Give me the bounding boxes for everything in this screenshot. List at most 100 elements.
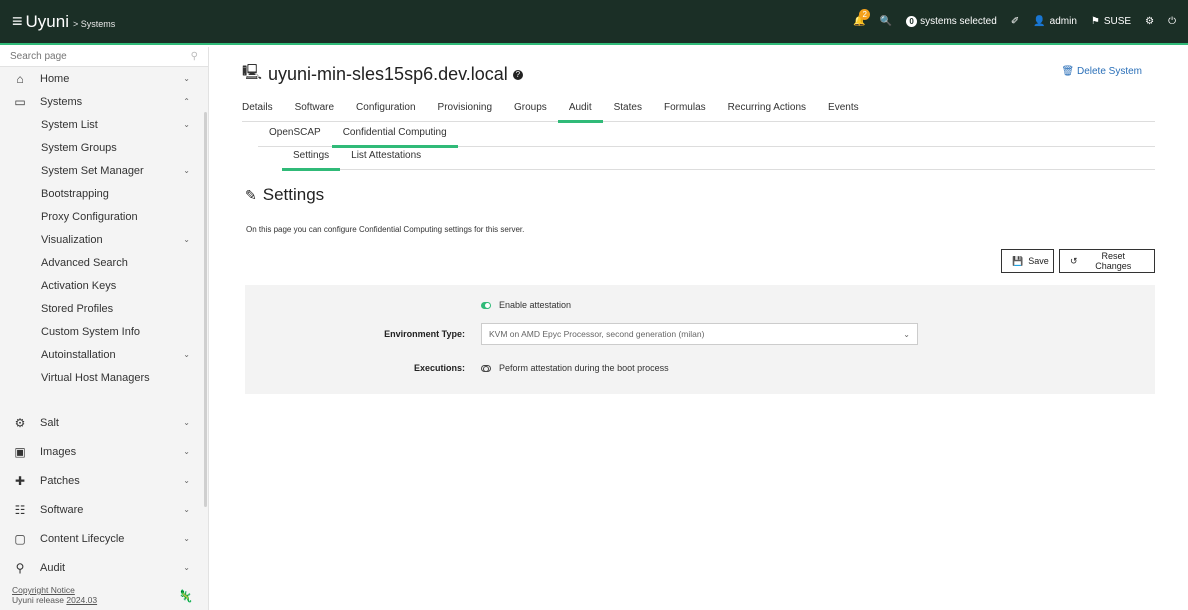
patches-icon: ✚: [14, 473, 26, 488]
sidebar-item-stored-profiles[interactable]: Stored Profiles: [0, 297, 208, 320]
chevron-down-icon: ⌄: [183, 418, 190, 427]
enable-attestation-toggle[interactable]: [481, 301, 491, 309]
gecko-logo-icon: 🦎: [178, 589, 193, 603]
tab-provisioning[interactable]: Provisioning: [427, 97, 503, 121]
environment-type-select[interactable]: KVM on AMD Epyc Processor, second genera…: [481, 323, 918, 345]
sidebar-item-label: Audit: [40, 561, 66, 574]
executions-label: Executions:: [413, 363, 465, 373]
sidebar-item-system-groups[interactable]: System Groups: [0, 136, 208, 159]
search-icon[interactable]: 🔍: [880, 16, 892, 27]
tab-groups[interactable]: Groups: [503, 97, 558, 121]
edit-icon: ✎: [245, 186, 257, 203]
page-title: uyuni-min-sles15sp6.dev.local: [268, 64, 508, 84]
tab-formulas[interactable]: Formulas: [653, 97, 717, 121]
chevron-down-icon: ⌄: [183, 350, 190, 359]
sidebar-search: ⚲: [0, 47, 208, 67]
sidebar-item-proxy-configuration[interactable]: Proxy Configuration: [0, 205, 208, 228]
sidebar-item-label: Virtual Host Managers: [41, 371, 150, 384]
tab-configuration[interactable]: Configuration: [345, 97, 426, 121]
org-icon: ⚑: [1090, 16, 1100, 27]
eraser-icon[interactable]: ✐: [1011, 16, 1019, 27]
systems-selected-button[interactable]: 0 systems selected: [906, 16, 997, 27]
sidebar: ⚲ ⌂ Home ⌄ ▭ Systems ⌃ System List ⌄ Sys…: [0, 47, 209, 610]
chevron-down-icon: ⌄: [183, 505, 190, 514]
brand[interactable]: ≡ Uyuni > Systems: [0, 11, 115, 32]
header-breadcrumb: > Systems: [72, 19, 116, 29]
tab-states[interactable]: States: [603, 97, 653, 121]
user-menu[interactable]: 👤 admin: [1033, 16, 1077, 27]
release-link[interactable]: 2024.03: [66, 595, 97, 605]
sidebar-item-label: Proxy Configuration: [41, 210, 138, 223]
sidebar-item-label: Images: [40, 445, 77, 458]
sidebar-item-label: Advanced Search: [41, 256, 128, 269]
sidebar-item-content-lifecycle[interactable]: ▢ Content Lifecycle ⌄: [0, 524, 208, 553]
tab-settings[interactable]: Settings: [282, 145, 341, 171]
chevron-down-icon: ⌄: [183, 120, 190, 129]
tab-details[interactable]: Details: [231, 97, 284, 121]
boot-attestation-toggle[interactable]: [481, 364, 491, 372]
tab-audit[interactable]: Audit: [557, 97, 603, 123]
tab-recurring-actions[interactable]: Recurring Actions: [717, 97, 817, 121]
delete-system-button[interactable]: 🗑 Delete System: [1061, 66, 1142, 77]
org-menu[interactable]: ⚑ SUSE: [1091, 16, 1131, 27]
sidebar-item-salt[interactable]: ⚙ Salt ⌄: [0, 408, 208, 437]
chevron-down-icon: ⌄: [183, 447, 190, 456]
sidebar-item-label: Software: [40, 503, 84, 516]
chevron-down-icon: ⌄: [183, 534, 190, 543]
software-icon: ☷: [14, 502, 26, 517]
sidebar-item-activation-keys[interactable]: Activation Keys: [0, 274, 208, 297]
systems-selected-label: systems selected: [920, 16, 997, 27]
page-title-row: 🖳 uyuni-min-sles15sp6.dev.local ?: [242, 62, 523, 87]
sidebar-item-audit[interactable]: ⚲ Audit ⌄: [0, 553, 208, 582]
tab-openscap[interactable]: OpenSCAP: [258, 122, 332, 146]
section-title: ✎ Settings: [245, 185, 324, 205]
tab-events[interactable]: Events: [817, 97, 870, 121]
sidebar-scrollbar[interactable]: [204, 112, 207, 507]
system-tabs: Details Software Configuration Provision…: [242, 97, 1155, 123]
notifications-button[interactable]: 🔔 2: [853, 9, 871, 27]
undo-icon: ↺: [1070, 255, 1078, 266]
sidebar-item-autoinstallation[interactable]: Autoinstallation ⌄: [0, 343, 208, 366]
sidebar-item-bootstrapping[interactable]: Bootstrapping: [0, 182, 208, 205]
settings-icon[interactable]: ⚙: [1145, 16, 1154, 27]
salt-icon: ⚙: [14, 415, 26, 430]
tab-confidential-computing[interactable]: Confidential Computing: [331, 122, 458, 148]
tab-list-attestations[interactable]: List Attestations: [340, 145, 432, 169]
sidebar-item-label: Custom System Info: [41, 325, 141, 338]
audit-subtabs: OpenSCAP Confidential Computing: [258, 122, 1155, 148]
user-icon: 👤: [1033, 16, 1046, 27]
chevron-down-icon: ⌄: [183, 476, 190, 485]
sidebar-item-software[interactable]: ☷ Software ⌄: [0, 495, 208, 524]
help-icon[interactable]: ?: [512, 69, 523, 80]
sidebar-item-systems[interactable]: ▭ Systems ⌃: [0, 90, 208, 113]
logout-icon[interactable]: ⏻: [1168, 16, 1176, 27]
save-label: Save: [1028, 256, 1049, 266]
chevron-down-icon: ⌄: [183, 74, 190, 83]
save-button[interactable]: 💾 Save: [1001, 249, 1054, 273]
floppy-icon: 💾: [1012, 255, 1024, 266]
sidebar-item-images[interactable]: ▣ Images ⌄: [0, 437, 208, 466]
sidebar-item-virtual-host-managers[interactable]: Virtual Host Managers: [0, 366, 208, 389]
sidebar-item-label: System Groups: [41, 141, 117, 154]
trash-icon: 🗑: [1061, 66, 1077, 77]
images-icon: ▣: [14, 444, 26, 459]
chevron-up-icon: ⌃: [183, 97, 190, 106]
enable-attestation-label: Enable attestation: [499, 300, 572, 310]
copyright-link[interactable]: Copyright Notice: [12, 585, 75, 595]
reset-changes-button[interactable]: ↺ Reset Changes: [1059, 249, 1155, 273]
sidebar-item-label: Systems: [40, 95, 83, 108]
sidebar-item-system-set-manager[interactable]: System Set Manager ⌄: [0, 159, 208, 182]
search-page-input[interactable]: [10, 51, 180, 62]
sidebar-item-system-list[interactable]: System List ⌄: [0, 113, 208, 136]
chevron-down-icon: ⌄: [903, 329, 910, 339]
sidebar-item-label: Salt: [40, 416, 59, 429]
sidebar-item-visualization[interactable]: Visualization ⌄: [0, 228, 208, 251]
chevron-down-icon: ⌄: [183, 235, 190, 244]
hamburger-icon[interactable]: ≡: [12, 11, 23, 32]
sidebar-item-advanced-search[interactable]: Advanced Search: [0, 251, 208, 274]
sidebar-item-custom-system-info[interactable]: Custom System Info: [0, 320, 208, 343]
sidebar-item-home[interactable]: ⌂ Home ⌄: [0, 67, 208, 90]
boot-attestation-label: Peform attestation during the boot proce…: [499, 363, 669, 373]
sidebar-item-patches[interactable]: ✚ Patches ⌄: [0, 466, 208, 495]
tab-software[interactable]: Software: [284, 97, 345, 121]
